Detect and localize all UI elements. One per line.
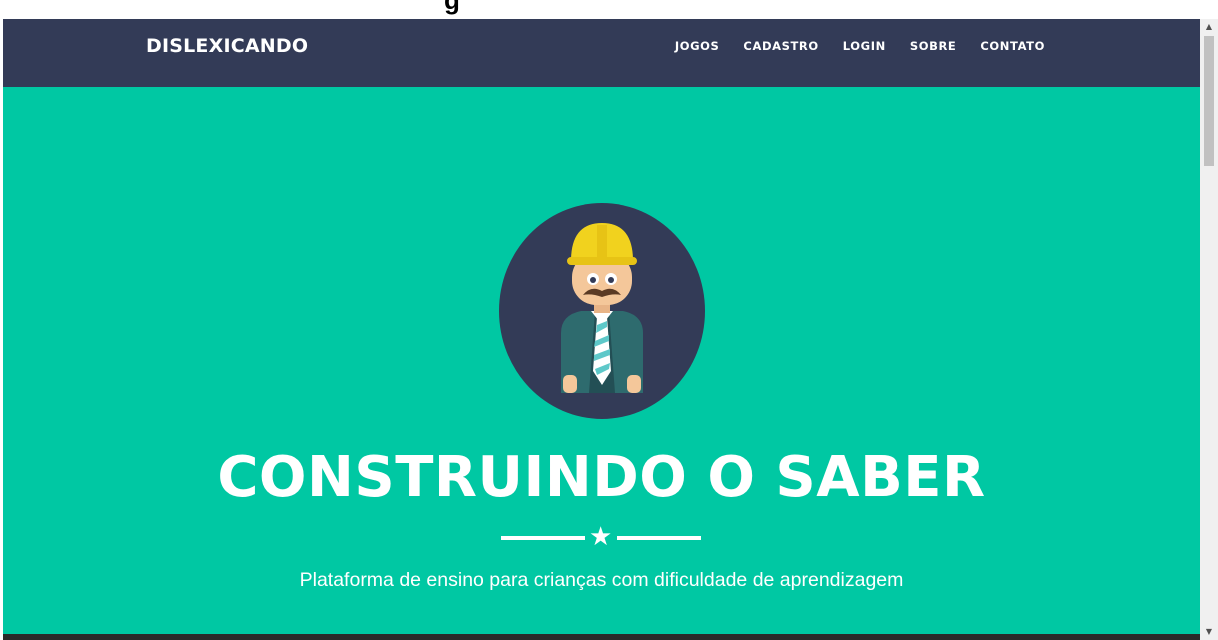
divider-line-left — [501, 536, 585, 540]
hero-divider: ★ — [501, 522, 701, 552]
nav-link-login[interactable]: LOGIN — [831, 39, 898, 53]
star-icon: ★ — [589, 522, 613, 552]
brand-logo[interactable]: DISLEXICANDO — [146, 35, 308, 57]
vertical-scrollbar[interactable]: ▲ ▼ — [1200, 19, 1218, 640]
nav-link-sobre[interactable]: SOBRE — [898, 39, 969, 53]
hero-subtitle: Plataforma de ensino para crianças com d… — [299, 569, 904, 591]
nav-link-contato[interactable]: CONTATO — [968, 39, 1057, 53]
hero-title: CONSTRUINDO O SABER — [217, 445, 986, 510]
hero-section: CONSTRUINDO O SABER ★ Plataforma de ensi… — [3, 87, 1200, 634]
bottom-edge — [3, 634, 1200, 640]
divider-line-right — [617, 536, 701, 540]
page: g DISLEXICANDO JOGOS CADASTRO LOGIN SOBR… — [0, 0, 1218, 640]
nav-menu: JOGOS CADASTRO LOGIN SOBRE CONTATO — [663, 39, 1057, 53]
avatar-illustration — [561, 223, 643, 393]
scroll-up-arrow-icon[interactable]: ▲ — [1200, 19, 1218, 35]
scroll-down-arrow-icon[interactable]: ▼ — [1200, 624, 1218, 640]
navbar: DISLEXICANDO JOGOS CADASTRO LOGIN SOBRE … — [3, 19, 1200, 87]
nav-link-jogos[interactable]: JOGOS — [663, 39, 732, 53]
nav-link-cadastro[interactable]: CADASTRO — [731, 39, 830, 53]
top-overlay: g — [0, 0, 1200, 19]
construction-worker-icon — [499, 203, 705, 419]
top-overlay-text: g — [444, 0, 460, 15]
scroll-thumb[interactable] — [1204, 36, 1214, 166]
